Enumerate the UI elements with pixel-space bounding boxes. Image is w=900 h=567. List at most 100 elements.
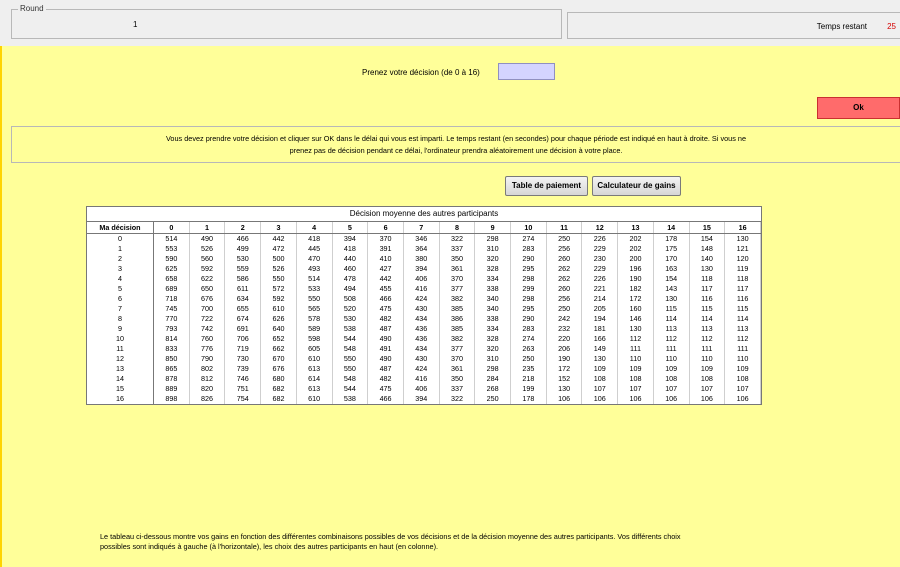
table-cell: 680 bbox=[260, 374, 297, 384]
table-cell: 114 bbox=[724, 314, 761, 324]
table-cell: 130 bbox=[617, 324, 654, 334]
table-cell: 427 bbox=[367, 264, 404, 274]
table-cell: 160 bbox=[617, 304, 654, 314]
table-cell: 770 bbox=[153, 314, 190, 324]
table-cell: 110 bbox=[617, 354, 654, 364]
table-cell: 416 bbox=[403, 284, 440, 294]
column-header: 4 bbox=[296, 222, 333, 234]
table-cell: 434 bbox=[403, 344, 440, 354]
table-cell: 256 bbox=[546, 294, 583, 304]
table-cell: 298 bbox=[510, 294, 547, 304]
table-cell: 107 bbox=[724, 384, 761, 394]
table-cell: 700 bbox=[189, 304, 226, 314]
column-header: 16 bbox=[724, 222, 761, 234]
table-cell: 107 bbox=[653, 384, 690, 394]
table-cell: 610 bbox=[296, 394, 333, 404]
payment-table-button[interactable]: Table de paiement bbox=[505, 176, 588, 196]
table-cell: 116 bbox=[724, 294, 761, 304]
gains-calculator-button[interactable]: Calculateur de gains bbox=[592, 176, 681, 196]
table-row: 4 658 622 586 550 514 478 442 406 370 334 298 262 226… bbox=[87, 274, 761, 284]
table-cell: 491 bbox=[367, 344, 404, 354]
table-cell: 229 bbox=[581, 264, 619, 274]
column-header: 6 bbox=[367, 222, 404, 234]
table-cell: 377 bbox=[439, 344, 476, 354]
table-cell: 166 bbox=[581, 334, 619, 344]
table-cell: 295 bbox=[510, 264, 547, 274]
time-remaining-label: Temps restant bbox=[816, 22, 867, 31]
row-decision-label: 2 bbox=[87, 254, 154, 264]
table-cell: 111 bbox=[724, 344, 761, 354]
row-decision-label: 10 bbox=[87, 334, 154, 344]
table-cell: 662 bbox=[260, 344, 297, 354]
table-cell: 370 bbox=[367, 233, 404, 244]
table-cell: 106 bbox=[724, 394, 761, 404]
header-row: Ma décision 0 1 2 3 4 5 6 7 8 9 10 11 12 13 14 15 16 bbox=[87, 222, 761, 234]
table-cell: 730 bbox=[224, 354, 262, 364]
ok-button[interactable]: Ok bbox=[817, 97, 900, 119]
table-row: 12 850 790 730 670 610 550 490 430 370 310 250 190 13… bbox=[87, 354, 761, 364]
decision-label: Prenez votre décision (de 0 à 16) bbox=[362, 68, 480, 77]
table-cell: 394 bbox=[332, 233, 369, 244]
table-cell: 111 bbox=[617, 344, 654, 354]
table-cell: 226 bbox=[581, 274, 619, 284]
table-row: 5 689 650 611 572 533 494 455 416 377 338 299 260 221… bbox=[87, 284, 761, 294]
table-cell: 106 bbox=[581, 394, 619, 404]
table-cell: 490 bbox=[367, 354, 404, 364]
table-cell: 530 bbox=[224, 254, 262, 264]
table-cell: 214 bbox=[581, 294, 619, 304]
table-cell: 565 bbox=[296, 304, 333, 314]
table-cell: 108 bbox=[581, 374, 619, 384]
table-cell: 553 bbox=[153, 244, 190, 254]
table-cell: 385 bbox=[439, 304, 476, 314]
row-decision-label: 9 bbox=[87, 324, 154, 334]
table-cell: 113 bbox=[653, 324, 690, 334]
table-cell: 544 bbox=[332, 384, 369, 394]
table-cell: 106 bbox=[653, 394, 690, 404]
table-cell: 442 bbox=[260, 233, 297, 244]
table-cell: 833 bbox=[153, 344, 190, 354]
table-cell: 493 bbox=[296, 264, 333, 274]
table-cell: 382 bbox=[439, 334, 476, 344]
table-cell: 283 bbox=[510, 324, 547, 334]
table-cell: 112 bbox=[653, 334, 690, 344]
table-cell: 550 bbox=[332, 354, 369, 364]
table-cell: 178 bbox=[510, 394, 547, 404]
table-cell: 350 bbox=[439, 254, 476, 264]
table-cell: 130 bbox=[546, 384, 583, 394]
table-cell: 117 bbox=[724, 284, 761, 294]
table-cell: 242 bbox=[546, 314, 583, 324]
table-cell: 320 bbox=[474, 254, 512, 264]
table-cell: 514 bbox=[153, 233, 190, 244]
table-cell: 466 bbox=[367, 294, 404, 304]
row-decision-label: 1 bbox=[87, 244, 154, 254]
table-cell: 175 bbox=[653, 244, 690, 254]
table-cell: 706 bbox=[224, 334, 262, 344]
table-cell: 754 bbox=[224, 394, 262, 404]
table-cell: 416 bbox=[403, 374, 440, 384]
table-cell: 739 bbox=[224, 364, 262, 374]
round-number: 1 bbox=[133, 20, 138, 29]
table-cell: 466 bbox=[224, 233, 262, 244]
table-cell: 445 bbox=[296, 244, 333, 254]
table-cell: 611 bbox=[224, 284, 262, 294]
table-cell: 130 bbox=[724, 233, 761, 244]
row-decision-label: 7 bbox=[87, 304, 154, 314]
timer-panel: Temps restant 25 bbox=[567, 12, 900, 39]
decision-input[interactable] bbox=[498, 63, 555, 80]
table-cell: 550 bbox=[296, 294, 333, 304]
table-cell: 625 bbox=[153, 264, 190, 274]
table-cell: 109 bbox=[581, 364, 619, 374]
table-cell: 898 bbox=[153, 394, 190, 404]
instructions-line-1: Vous devez prendre votre décision et cli… bbox=[165, 134, 747, 143]
table-row: 1 553 526 499 472 445 418 391 364 337 310 283 256 229… bbox=[87, 244, 761, 254]
table-cell: 114 bbox=[653, 314, 690, 324]
table-cell: 263 bbox=[510, 344, 547, 354]
table-cell: 170 bbox=[653, 254, 690, 264]
table-cell: 658 bbox=[153, 274, 190, 284]
table-cell: 385 bbox=[439, 324, 476, 334]
table-cell: 338 bbox=[474, 314, 512, 324]
table-cell: 812 bbox=[189, 374, 226, 384]
table-cell: 111 bbox=[653, 344, 690, 354]
table-cell: 298 bbox=[510, 274, 547, 284]
table-cell: 466 bbox=[367, 394, 404, 404]
